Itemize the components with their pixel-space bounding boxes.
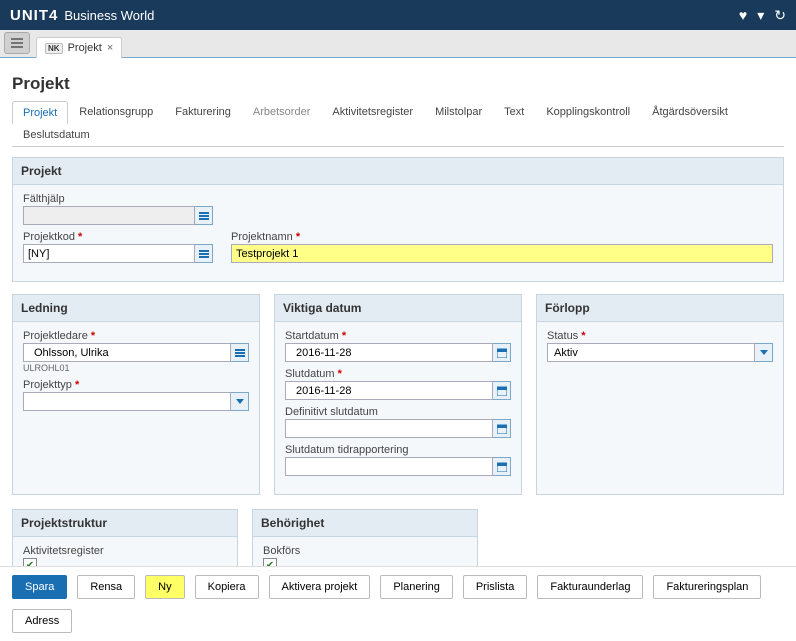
- falthjalp-picker[interactable]: [195, 206, 213, 225]
- slutdatum-picker[interactable]: [493, 381, 511, 400]
- menu-icon: [11, 38, 23, 48]
- tab-badge: NK: [45, 43, 63, 54]
- menu-button[interactable]: [4, 32, 30, 54]
- projektledare-input[interactable]: [23, 343, 231, 362]
- panel-ledning: Ledning Projektledare ULROHL01 Projektty…: [12, 294, 260, 495]
- tab-milstolpar[interactable]: Milstolpar: [424, 100, 493, 123]
- close-icon[interactable]: ×: [107, 42, 113, 54]
- tab-kopplingskontroll[interactable]: Kopplingskontroll: [535, 100, 641, 123]
- fakturaunderlag-button[interactable]: Fakturaunderlag: [537, 575, 643, 599]
- tab-label: Projekt: [68, 42, 102, 54]
- tid-slutdatum-label: Slutdatum tidrapportering: [285, 444, 511, 456]
- projekttyp-input[interactable]: [23, 392, 231, 411]
- topbar-actions: ♥ ▾ ↻: [739, 7, 786, 24]
- ny-button[interactable]: Ny: [145, 575, 184, 599]
- tid-slutdatum-picker[interactable]: [493, 457, 511, 476]
- def-slutdatum-input[interactable]: [285, 419, 493, 438]
- projekttyp-dropdown[interactable]: [231, 392, 249, 411]
- app-tab-projekt[interactable]: NK Projekt ×: [36, 37, 122, 58]
- slutdatum-label: Slutdatum: [285, 368, 511, 380]
- tab-relationsgrupp[interactable]: Relationsgrupp: [68, 100, 164, 123]
- startdatum-label: Startdatum: [285, 330, 511, 342]
- rensa-button[interactable]: Rensa: [77, 575, 135, 599]
- panel-ledning-header: Ledning: [13, 295, 259, 322]
- status-dropdown[interactable]: [755, 343, 773, 362]
- startdatum-input[interactable]: [285, 343, 493, 362]
- projektnamn-label: Projektnamn: [231, 231, 773, 243]
- projektledare-label: Projektledare: [23, 330, 249, 342]
- list-icon: [199, 249, 209, 259]
- projektkod-label: Projektkod: [23, 231, 213, 243]
- refresh-icon[interactable]: ↻: [774, 7, 786, 24]
- dropdown-icon[interactable]: ▾: [757, 7, 764, 24]
- projektledare-picker[interactable]: [231, 343, 249, 362]
- top-bar: UNIT4 Business World ♥ ▾ ↻: [0, 0, 796, 30]
- def-slutdatum-label: Definitivt slutdatum: [285, 406, 511, 418]
- tab-fakturering[interactable]: Fakturering: [164, 100, 242, 123]
- slutdatum-input[interactable]: [285, 381, 493, 400]
- tab-arbetsorder[interactable]: Arbetsorder: [242, 100, 321, 123]
- tab-beslutsdatum[interactable]: Beslutsdatum: [12, 123, 101, 146]
- planering-button[interactable]: Planering: [380, 575, 452, 599]
- spara-button[interactable]: Spara: [12, 575, 67, 599]
- tab-projekt[interactable]: Projekt: [12, 101, 68, 124]
- panel-projekt-header: Projekt: [13, 158, 783, 185]
- faktureringsplan-button[interactable]: Faktureringsplan: [653, 575, 761, 599]
- footer-toolbar: Spara Rensa Ny Kopiera Aktivera projekt …: [0, 566, 796, 641]
- projektkod-picker[interactable]: [195, 244, 213, 263]
- tab-text[interactable]: Text: [493, 100, 535, 123]
- bokfors-label: Bokförs: [263, 545, 467, 557]
- panel-behorighet-header: Behörighet: [253, 510, 477, 537]
- tid-slutdatum-input[interactable]: [285, 457, 493, 476]
- brand-logo: UNIT4: [10, 7, 58, 24]
- page-title: Projekt: [12, 74, 784, 94]
- prislista-button[interactable]: Prislista: [463, 575, 528, 599]
- kopiera-button[interactable]: Kopiera: [195, 575, 259, 599]
- projektkod-input[interactable]: [23, 244, 195, 263]
- page-content: Projekt Projekt Relationsgrupp Faktureri…: [0, 58, 796, 619]
- projektledare-code: ULROHL01: [23, 363, 249, 373]
- panel-forlopp-header: Förlopp: [537, 295, 783, 322]
- projektnamn-input[interactable]: [231, 244, 773, 263]
- adress-button[interactable]: Adress: [12, 609, 72, 633]
- list-icon: [199, 211, 209, 221]
- list-icon: [235, 348, 245, 358]
- sub-tabs: Projekt Relationsgrupp Fakturering Arbet…: [12, 100, 784, 147]
- brand: UNIT4 Business World: [10, 7, 154, 24]
- calendar-icon: [497, 386, 507, 396]
- status-label: Status: [547, 330, 773, 342]
- falthjalp-label: Fälthjälp: [23, 193, 213, 205]
- chevron-down-icon: [236, 399, 244, 404]
- panel-datum-header: Viktiga datum: [275, 295, 521, 322]
- status-input[interactable]: [547, 343, 755, 362]
- tab-atgardsoversikt[interactable]: Åtgärdsöversikt: [641, 100, 739, 123]
- chevron-down-icon: [760, 350, 768, 355]
- tab-aktivitetsregister[interactable]: Aktivitetsregister: [321, 100, 424, 123]
- def-slutdatum-picker[interactable]: [493, 419, 511, 438]
- falthjalp-input[interactable]: [23, 206, 195, 225]
- calendar-icon: [497, 462, 507, 472]
- calendar-icon: [497, 348, 507, 358]
- panel-datum: Viktiga datum Startdatum Slutdatum: [274, 294, 522, 495]
- panel-forlopp: Förlopp Status: [536, 294, 784, 495]
- aktivera-projekt-button[interactable]: Aktivera projekt: [269, 575, 371, 599]
- projekttyp-label: Projekttyp: [23, 379, 249, 391]
- aktivitetsregister-label: Aktivitetsregister: [23, 545, 227, 557]
- startdatum-picker[interactable]: [493, 343, 511, 362]
- panel-projekt: Projekt Fälthjälp Projektkod: [12, 157, 784, 282]
- app-tab-row: NK Projekt ×: [0, 30, 796, 58]
- calendar-icon: [497, 424, 507, 434]
- panel-struktur-header: Projektstruktur: [13, 510, 237, 537]
- favorite-icon[interactable]: ♥: [739, 7, 747, 23]
- brand-product: Business World: [64, 8, 154, 23]
